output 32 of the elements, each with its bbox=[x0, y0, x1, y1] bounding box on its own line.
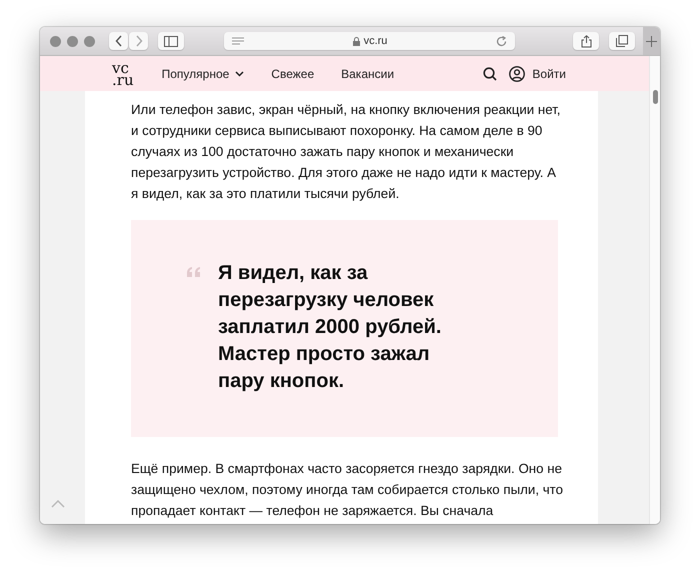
close-icon[interactable] bbox=[50, 36, 61, 46]
sidebar-icon bbox=[164, 36, 178, 46]
back-button[interactable] bbox=[109, 32, 128, 50]
article-paragraph: Ещё пример. В смартфонах часто засоряется гнездо зарядки. Оно не защищено чехлом, поэтому иногда там собирается столько пыли, что пропадает контакт — телефон не заряжается. Вы сначала bbox=[131, 460, 564, 520]
share-button[interactable] bbox=[573, 32, 599, 50]
address-bar[interactable]: vc.ru bbox=[224, 32, 515, 50]
nav-link[interactable]: Популярное bbox=[162, 66, 244, 80]
new-tab-button[interactable] bbox=[643, 27, 660, 55]
url-text: vc.ru bbox=[364, 35, 388, 47]
zoom-icon[interactable] bbox=[84, 36, 95, 46]
minimize-icon[interactable] bbox=[67, 36, 78, 46]
share-icon bbox=[580, 34, 592, 48]
user-icon bbox=[509, 66, 526, 82]
tabs-icon bbox=[616, 35, 628, 47]
chevron-icon bbox=[235, 70, 244, 76]
search-icon[interactable] bbox=[483, 66, 498, 80]
article-paragraph: Или телефон завис, экран чёрный, на кнопку включения реакции нет, и сотрудники сервиса выписывают похоронку. На самом деле в 90 случаях из 100 достаточно зажать пару кнопок и механически перезагрузить устройство. Для этого даже не надо идти к мастеру. А я видел, как за это платили тысячи рублей. bbox=[131, 101, 562, 203]
lock-icon bbox=[352, 36, 360, 46]
sidebar-button[interactable] bbox=[158, 32, 184, 50]
chevron-left-icon bbox=[114, 35, 122, 47]
login-link[interactable]: Войти bbox=[509, 66, 566, 82]
quote-mark-icon bbox=[187, 267, 201, 277]
tabs-button[interactable] bbox=[609, 32, 635, 50]
scroll-up-icon[interactable] bbox=[51, 500, 65, 508]
plus-icon bbox=[646, 36, 657, 46]
reader-icon[interactable] bbox=[232, 36, 244, 46]
chevron-right-icon bbox=[134, 35, 142, 47]
site-logo[interactable]: vc .ru bbox=[112, 62, 134, 86]
nav-link[interactable]: Вакансии bbox=[341, 66, 394, 80]
nav-link[interactable]: Свежее bbox=[271, 66, 314, 80]
quote-text: Я видел, как за перезагрузку человек заплатил 2000 рублей. Мастер просто зажал пару кнопок. bbox=[218, 261, 442, 394]
reload-icon[interactable] bbox=[496, 36, 507, 46]
